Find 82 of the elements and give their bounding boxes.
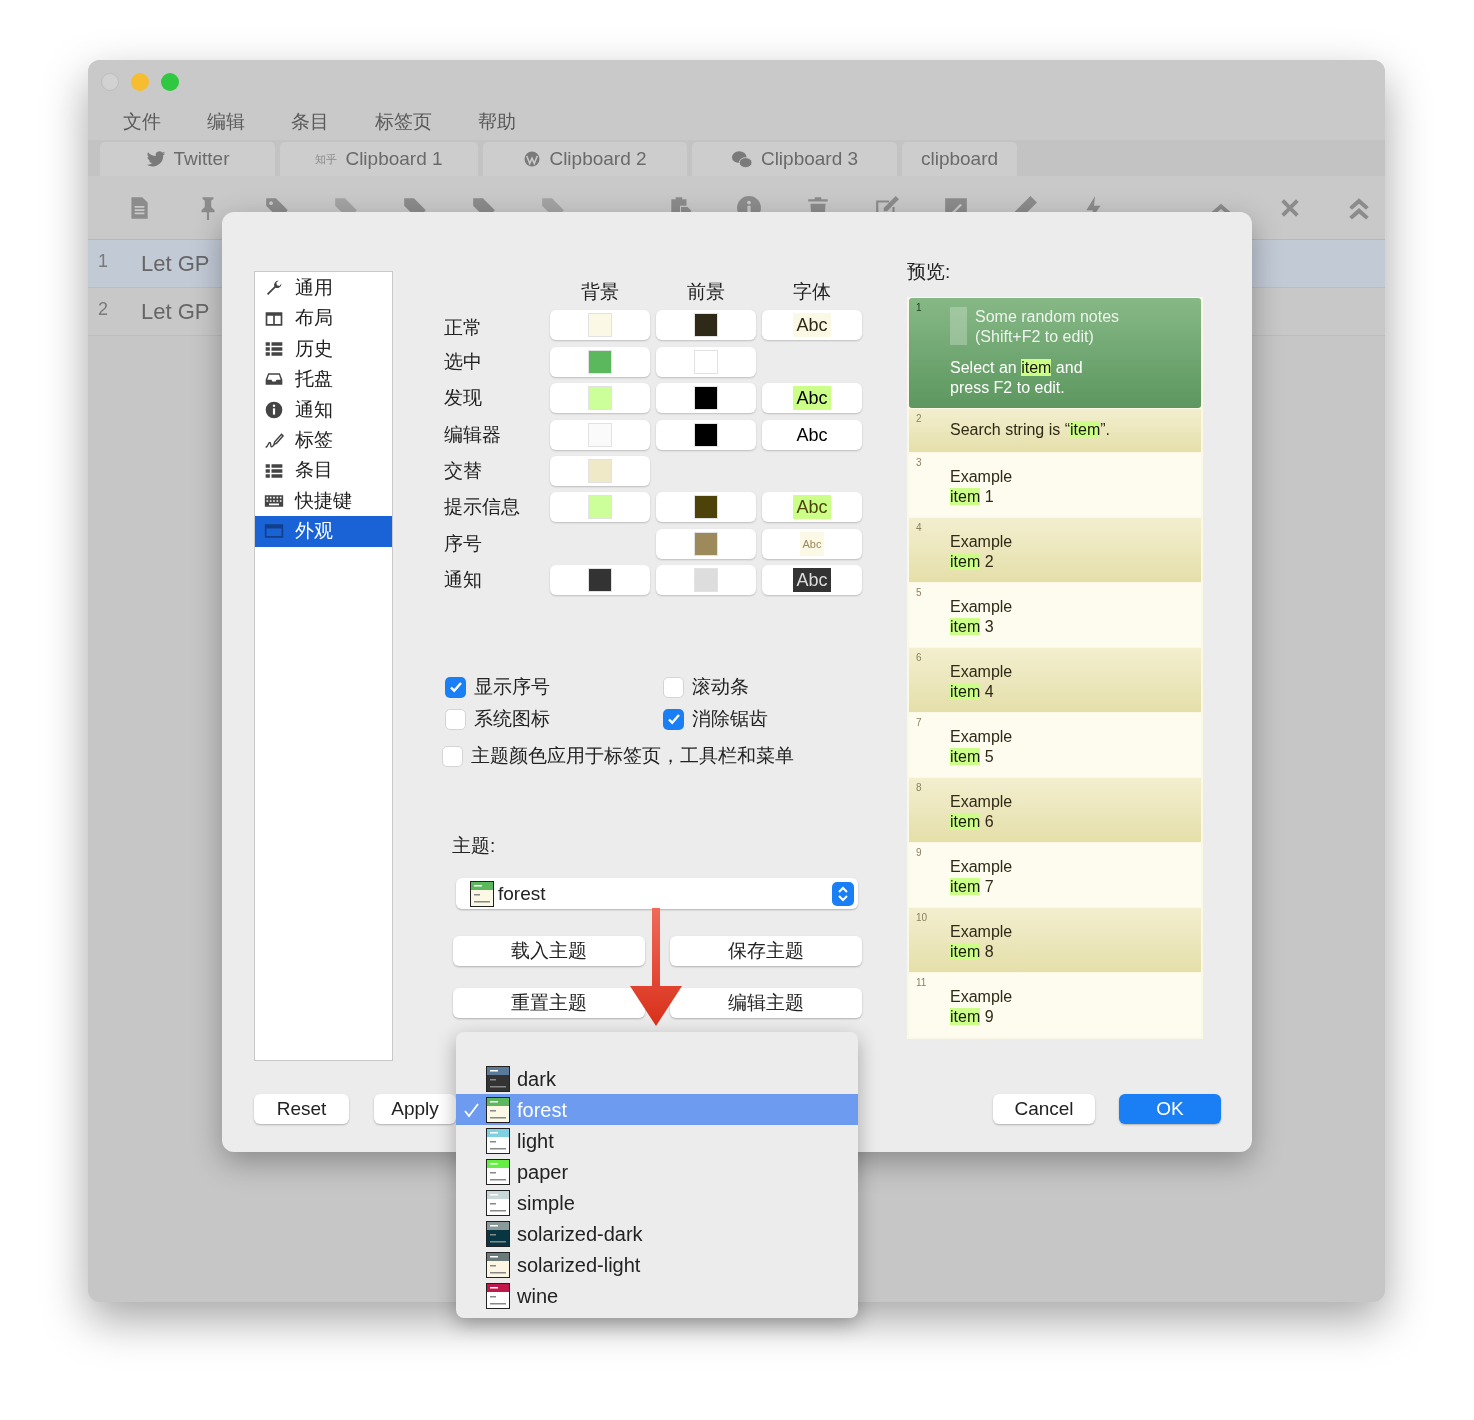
preview-item-number: 11 — [916, 978, 927, 988]
theme-button[interactable]: 重置主题 — [453, 988, 645, 1019]
theme-menu-item[interactable]: solarized-light — [456, 1249, 858, 1280]
preview-text: Select an item and press F2 to edit. — [950, 358, 1084, 398]
preview-item-number: 3 — [916, 458, 922, 468]
sidebar-item[interactable]: 历史 — [255, 333, 392, 365]
column-header: 字体 — [792, 280, 832, 304]
preview-text: Example item 5 — [950, 727, 1014, 767]
checkbox-label: 系统图标 — [474, 707, 550, 732]
preview-text: Example item 1 — [950, 467, 1014, 507]
theme-menu-item[interactable]: light — [456, 1125, 858, 1156]
color-row-label: 正常 — [443, 316, 483, 341]
preview-item-number: 5 — [916, 588, 922, 598]
theme-button[interactable]: 载入主题 — [453, 936, 645, 967]
theme-button[interactable]: 保存主题 — [670, 936, 862, 967]
theme-menu-item[interactable]: solarized-dark — [456, 1218, 858, 1249]
preview-text: Search string is “item”. — [950, 420, 1112, 440]
menu-item[interactable]: 帮助 — [478, 107, 516, 137]
theme-button[interactable]: 编辑主题 — [670, 988, 862, 1019]
preview-item-number: 2 — [916, 414, 922, 424]
preview-item-number: 8 — [916, 783, 922, 793]
preview-item-number: 10 — [916, 913, 928, 923]
font-sample: Abc — [793, 313, 831, 338]
theme-select[interactable]: forest — [456, 878, 858, 910]
row-text: Let GP — [141, 250, 210, 278]
menu-item[interactable]: 标签页 — [375, 107, 432, 137]
preview-text: Example item 8 — [950, 922, 1014, 962]
sidebar-item[interactable]: 通知 — [255, 394, 392, 425]
dialog-button[interactable]: OK — [1119, 1094, 1221, 1124]
checkbox-label: 主题颜色应用于标签页，工具栏和菜单 — [471, 744, 794, 769]
menu-item[interactable]: 编辑 — [207, 107, 245, 137]
preview-text: Example item 9 — [950, 987, 1014, 1027]
checkbox-label: 显示序号 — [474, 675, 550, 700]
font-sample: Abc — [793, 495, 831, 520]
sidebar-item[interactable]: 外观 — [255, 516, 392, 547]
sidebar-item[interactable]: 托盘 — [255, 364, 392, 395]
color-row-label: 提示信息 — [443, 495, 521, 520]
menu-item[interactable]: 条目 — [291, 107, 329, 137]
preview-title: 预览: — [907, 262, 952, 282]
theme-menu-item[interactable]: wine — [456, 1280, 858, 1311]
preview-text: Example item 3 — [950, 597, 1014, 637]
preview-item-number: 9 — [916, 848, 922, 858]
preview-item-number: 4 — [916, 523, 922, 533]
color-row-label: 序号 — [443, 531, 483, 556]
theme-label: 主题: — [452, 835, 496, 858]
theme-menu-item[interactable]: dark — [456, 1063, 858, 1094]
column-header: 前景 — [686, 280, 726, 304]
sidebar-item[interactable]: 条目 — [255, 455, 392, 486]
dialog-button[interactable]: Cancel — [993, 1094, 1095, 1124]
color-row-label: 通知 — [443, 568, 483, 593]
theme-menu-item[interactable]: simple — [456, 1187, 858, 1218]
sidebar-item[interactable]: 快捷键 — [255, 485, 392, 517]
dialog-button[interactable]: Reset — [254, 1094, 349, 1124]
site-label: 知乎 — [315, 151, 338, 167]
font-sample: Abc — [793, 386, 831, 411]
row-number: 1 — [97, 250, 109, 273]
preview-item-number: 7 — [916, 718, 922, 728]
color-row-label: 选中 — [443, 349, 483, 374]
font-sample: Abc — [793, 568, 831, 593]
row-text: Let GP — [141, 298, 210, 326]
color-row-label: 发现 — [443, 386, 483, 411]
sidebar-item[interactable]: 标签 — [255, 424, 392, 456]
tab[interactable]: Clipboard 3 — [692, 142, 897, 176]
preview-item-number: 6 — [916, 653, 922, 663]
preview-item-number: 1 — [916, 303, 922, 313]
preview-notes: Some random notes (Shift+F2 to edit) — [975, 307, 1120, 347]
column-header: 背景 — [580, 280, 620, 304]
sidebar-item[interactable]: 布局 — [255, 303, 392, 334]
preview-text: Example item 7 — [950, 857, 1014, 897]
dialog-button[interactable]: Apply — [374, 1094, 456, 1124]
checkbox-label: 消除锯齿 — [692, 707, 768, 732]
theme-menu-item[interactable]: paper — [456, 1156, 858, 1187]
preview-text: Example item 4 — [950, 662, 1014, 702]
color-row-label: 编辑器 — [443, 422, 502, 447]
sidebar-item[interactable]: 通用 — [255, 273, 392, 304]
checkbox-label: 滚动条 — [692, 675, 749, 700]
preview-text: Example item 6 — [950, 792, 1014, 832]
menu-item[interactable]: 文件 — [123, 107, 161, 137]
font-sample: Abc — [799, 531, 825, 556]
row-number: 2 — [97, 298, 109, 321]
preview-text: Example item 2 — [950, 532, 1014, 572]
color-row-label: 交替 — [443, 458, 483, 483]
